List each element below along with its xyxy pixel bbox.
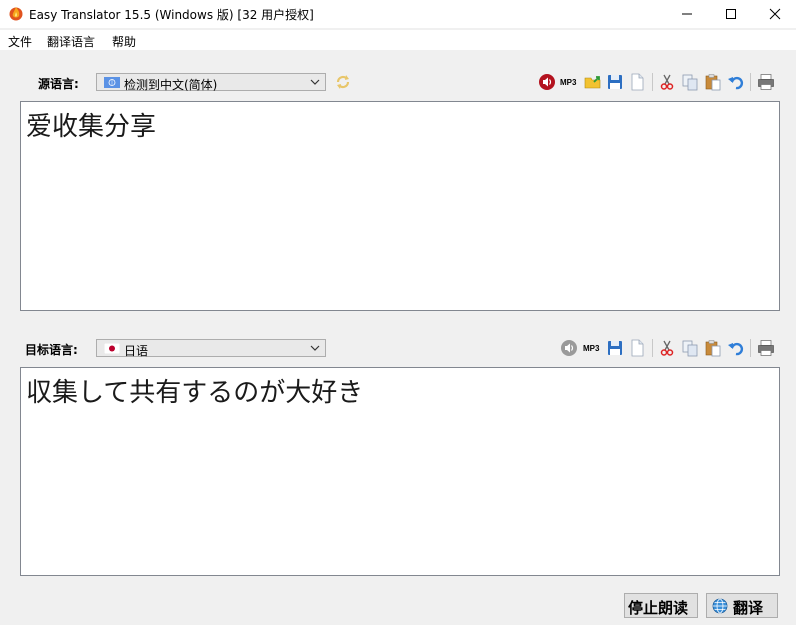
open-file-icon[interactable] [584, 73, 602, 91]
target-language-select[interactable]: 日语 [96, 339, 326, 358]
target-language-label: 目标语言: [25, 343, 78, 357]
copy-icon[interactable] [681, 73, 699, 91]
new-document-icon[interactable] [628, 339, 646, 357]
source-language-label: 源语言: [38, 77, 79, 91]
window-title: Easy Translator 15.5 (Windows 版) [32 用户授… [29, 8, 314, 22]
menu-file[interactable]: 文件 [8, 33, 32, 50]
globe-icon [712, 598, 728, 614]
svg-text:MP3: MP3 [583, 344, 600, 353]
stop-reading-button[interactable]: 停止朗读 [624, 593, 698, 618]
source-language-select[interactable]: 检测到中文(简体) [96, 73, 326, 92]
speaker-icon[interactable] [538, 73, 556, 91]
toolbar-separator [750, 73, 751, 91]
minimize-icon [682, 13, 692, 15]
menu-bar: 文件 翻译语言 帮助 [0, 30, 796, 50]
stop-reading-label: 停止朗读 [628, 599, 689, 617]
save-icon[interactable] [606, 339, 624, 357]
toolbar-separator [750, 339, 751, 357]
undo-icon[interactable] [727, 73, 745, 91]
speaker-icon[interactable] [560, 339, 578, 357]
menu-help[interactable]: 帮助 [112, 33, 136, 50]
maximize-button[interactable] [708, 0, 754, 28]
source-text: 爱收集分享 [26, 112, 157, 142]
svg-text:MP3: MP3 [560, 78, 577, 87]
swap-languages-icon[interactable] [334, 73, 352, 91]
copy-icon[interactable] [681, 339, 699, 357]
japan-flag-icon [104, 343, 120, 354]
maximize-icon [726, 9, 736, 19]
fire-icon [9, 7, 23, 21]
translate-button[interactable]: 翻译 [706, 593, 778, 618]
mp3-icon[interactable]: MP3 [583, 339, 601, 357]
minimize-button[interactable] [664, 0, 710, 28]
cut-icon[interactable] [658, 339, 676, 357]
print-icon[interactable] [757, 73, 775, 91]
toolbar-separator [652, 339, 653, 357]
chevron-down-icon [310, 345, 320, 351]
target-text-area[interactable]: 収集して共有するのが大好き [20, 367, 780, 576]
close-icon [769, 8, 781, 20]
close-button[interactable] [752, 0, 796, 28]
menu-translate-language[interactable]: 翻译语言 [47, 33, 95, 50]
print-icon[interactable] [757, 339, 775, 357]
new-document-icon[interactable] [628, 73, 646, 91]
source-text-area[interactable]: 爱收集分享 [20, 101, 780, 311]
target-language-value: 日语 [124, 344, 149, 358]
save-icon[interactable] [606, 73, 624, 91]
title-bar: Easy Translator 15.5 (Windows 版) [32 用户授… [0, 0, 796, 28]
paste-icon[interactable] [704, 73, 722, 91]
source-language-value: 检测到中文(简体) [124, 78, 218, 92]
translate-label: 翻译 [733, 599, 764, 617]
toolbar-separator [652, 73, 653, 91]
mp3-icon[interactable]: MP3 [560, 73, 578, 91]
un-flag-icon [104, 77, 120, 88]
undo-icon[interactable] [727, 339, 745, 357]
target-text: 収集して共有するのが大好き [26, 378, 364, 408]
paste-icon[interactable] [704, 339, 722, 357]
cut-icon[interactable] [658, 73, 676, 91]
chevron-down-icon [310, 79, 320, 85]
